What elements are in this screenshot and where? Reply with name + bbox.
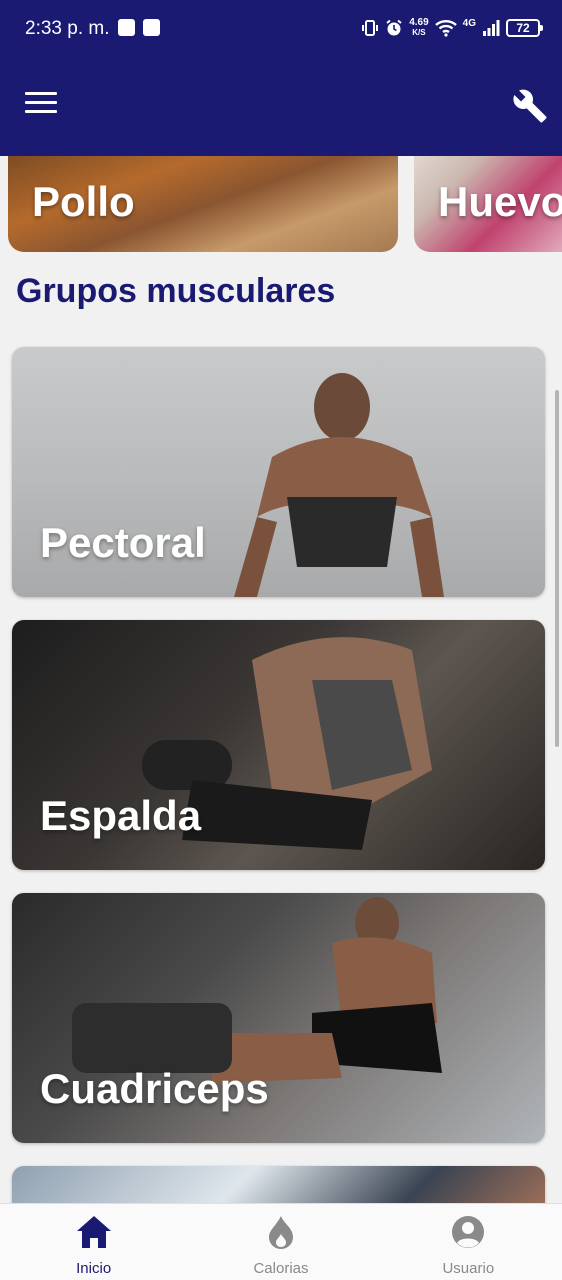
nav-label: Calorias: [253, 1260, 309, 1277]
app-bar: 2:33 p. m. 4.69 K/S 4G 72: [0, 0, 562, 156]
food-card-pollo[interactable]: Pollo: [8, 156, 398, 252]
scrollbar[interactable]: [555, 390, 559, 747]
network-speed: 4.69 K/S: [409, 17, 429, 38]
notification-icon: [143, 19, 160, 36]
food-card-label: Huevo: [438, 178, 562, 225]
hamburger-menu-icon[interactable]: [25, 92, 57, 120]
nav-label: Inicio: [76, 1260, 112, 1277]
battery-icon: 72: [506, 19, 543, 37]
food-card-label: Pollo: [32, 178, 135, 225]
muscle-card-espalda[interactable]: Espalda: [12, 620, 545, 870]
battery-level: 72: [516, 21, 530, 35]
nav-item-calorias[interactable]: Calorias: [187, 1204, 374, 1280]
nav-item-usuario[interactable]: Usuario: [375, 1204, 562, 1280]
muscle-card-label: Espalda: [40, 792, 202, 839]
signal-icon: [483, 20, 500, 36]
notification-icon: [118, 19, 135, 36]
status-time: 2:33 p. m.: [25, 18, 110, 39]
muscle-card-pectoral[interactable]: Pectoral: [12, 347, 545, 597]
home-icon: [76, 1216, 111, 1248]
muscle-card-label: Pectoral: [40, 519, 206, 566]
muscle-card-cuadriceps[interactable]: Cuadriceps: [12, 893, 545, 1143]
muscle-card-label: Cuadriceps: [40, 1065, 269, 1112]
wrench-icon[interactable]: [512, 88, 548, 124]
wifi-icon: [434, 20, 457, 37]
bottom-navigation: Inicio Calorias Usuario: [0, 1203, 562, 1280]
nav-label: Usuario: [442, 1260, 495, 1277]
vibrate-icon: [362, 20, 379, 36]
section-title: Grupos musculares: [16, 272, 336, 310]
network-type: 4G: [462, 17, 476, 29]
status-bar: 2:33 p. m. 4.69 K/S 4G 72: [0, 0, 562, 58]
food-card-huevo[interactable]: Huevo: [414, 156, 562, 252]
alarm-icon: [386, 19, 402, 36]
user-icon: [452, 1216, 485, 1248]
nav-item-inicio[interactable]: Inicio: [0, 1204, 187, 1280]
food-carousel: Pollo Huevo: [0, 156, 562, 256]
flame-icon: [268, 1216, 293, 1249]
status-icons: 4.69 K/S 4G 72: [361, 16, 543, 40]
